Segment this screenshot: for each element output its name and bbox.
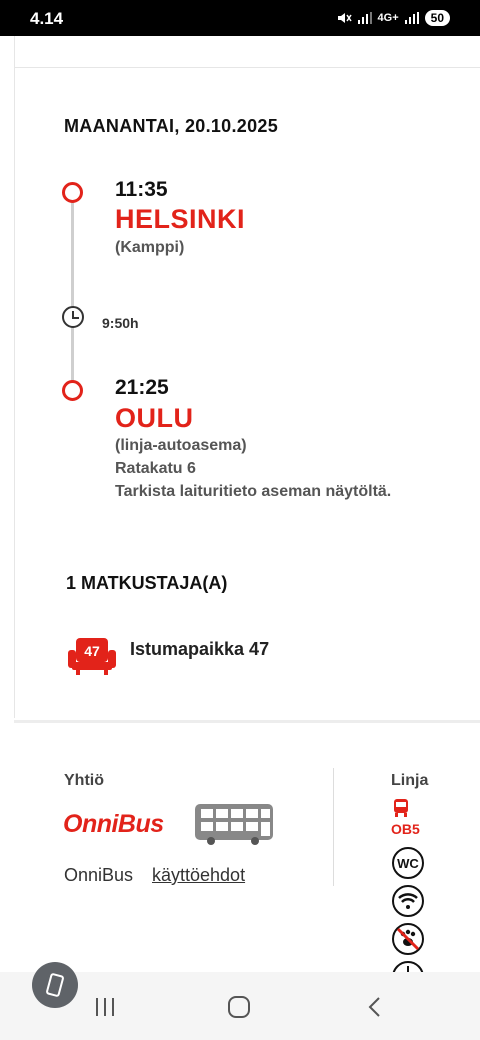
status-icons: 4G+ 50 — [336, 10, 450, 26]
bus-icon — [394, 799, 408, 817]
clock-icon — [62, 306, 84, 328]
top-card — [14, 36, 480, 68]
mute-icon — [337, 13, 352, 23]
trip-date: MAANANTAI, 20.10.2025 — [64, 116, 279, 136]
back-button[interactable] — [354, 990, 394, 1024]
home-icon — [228, 996, 250, 1018]
arrival-dot-icon — [62, 380, 83, 401]
phone-rotate-icon — [46, 973, 64, 997]
no-pets-icon — [392, 923, 424, 955]
departure-dot-icon — [62, 182, 83, 203]
ticket-page: MAANANTAI, 20.10.2025 11:35 HELSINKI (Ka… — [0, 36, 480, 972]
signal-icon — [357, 12, 372, 24]
trip-duration: 9:50h — [102, 315, 139, 331]
recent-apps-icon — [96, 998, 114, 1016]
status-time: 4.14 — [30, 9, 64, 28]
trip-card — [14, 68, 480, 718]
company-name: OnniBus — [64, 865, 134, 885]
seat-icon: 47 — [68, 638, 116, 675]
line-code: OB5 — [391, 821, 420, 837]
company-label: Yhtiö — [64, 772, 104, 789]
arrival-city: OULU — [115, 403, 194, 433]
departure-place: (Kamppi) — [115, 239, 185, 256]
status-bar: 4.14 4G+ 50 — [0, 0, 480, 36]
signal-icon-2 — [404, 12, 419, 24]
floating-screen-button[interactable] — [32, 962, 78, 1008]
seat-number: 47 — [84, 643, 100, 659]
departure-city: HELSINKI — [115, 204, 246, 234]
arrival-time: 21:25 — [115, 376, 169, 399]
departure-time: 11:35 — [115, 178, 168, 201]
svg-text:WC: WC — [397, 856, 419, 871]
arrival-place: (linja-autoasema) — [115, 437, 247, 454]
line-label: Linja — [391, 772, 429, 789]
back-icon — [368, 997, 380, 1017]
recent-apps-button[interactable] — [85, 990, 125, 1024]
wifi-icon — [392, 885, 424, 917]
home-button[interactable] — [219, 990, 259, 1024]
power-outlet-icon — [392, 961, 424, 972]
double-decker-bus-icon — [195, 804, 273, 845]
passengers-title: 1 MATKUSTAJA(A) — [66, 573, 228, 593]
timeline-line — [71, 198, 74, 390]
section-divider — [14, 720, 480, 723]
seat-label: Istumapaikka 47 — [130, 639, 270, 659]
column-divider — [333, 768, 334, 886]
battery-level: 50 — [424, 10, 450, 26]
arrival-address: Ratakatu 6 — [115, 460, 196, 477]
network-type: 4G+ — [377, 12, 399, 24]
wc-icon: WC — [392, 847, 424, 879]
arrival-note: Tarkista laituritieto aseman näytöltä. — [115, 483, 392, 500]
terms-link[interactable]: käyttöehdot — [152, 865, 245, 886]
onnibus-logo: OnniBus — [63, 810, 164, 838]
